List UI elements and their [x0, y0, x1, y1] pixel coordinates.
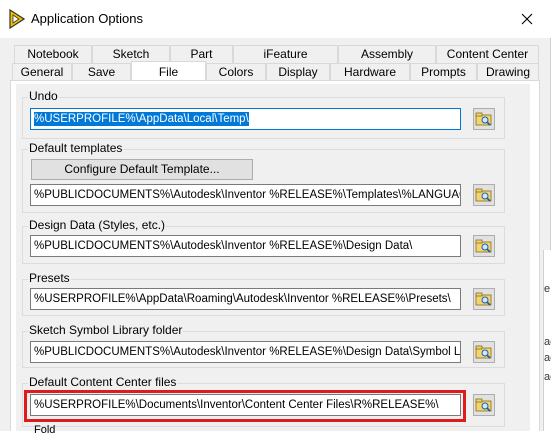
close-icon: [521, 13, 533, 25]
tab-row-back: Notebook Sketch Part iFeature Assembly C…: [14, 45, 539, 63]
folder-browse-icon: [475, 188, 492, 202]
tab-colors[interactable]: Colors: [206, 63, 266, 81]
group-label-default-templates: Default templates: [28, 141, 124, 155]
folder-browse-icon: [475, 239, 492, 253]
background-text-fragment: ac: [544, 352, 551, 364]
sketch-symbol-library-browse-button[interactable]: [473, 341, 495, 363]
undo-path-value: %USERPROFILE%\AppData\Local\Temp\: [34, 112, 249, 126]
group-label-presets: Presets: [28, 271, 71, 285]
close-button[interactable]: [510, 4, 544, 34]
highlight-annotation: [24, 390, 466, 422]
tab-notebook[interactable]: Notebook: [14, 45, 92, 63]
presets-path-input[interactable]: %USERPROFILE%\AppData\Roaming\Autodesk\I…: [30, 288, 461, 310]
tab-ifeature[interactable]: iFeature: [233, 45, 338, 63]
undo-browse-button[interactable]: [473, 108, 495, 130]
vertical-scrollbar[interactable]: [514, 84, 530, 431]
application-options-dialog: Application Options Notebook Sketch Part…: [0, 0, 551, 436]
folder-browse-icon: [475, 112, 492, 126]
tab-assembly[interactable]: Assembly: [338, 45, 436, 63]
folder-browse-icon: [475, 292, 492, 306]
tab-general[interactable]: General: [12, 63, 72, 81]
group-label-default-content-center-files: Default Content Center files: [28, 375, 178, 389]
group-label-sketch-symbol-library: Sketch Symbol Library folder: [28, 323, 184, 337]
group-label-design-data: Design Data (Styles, etc.): [28, 218, 167, 232]
default-templates-browse-button[interactable]: [473, 184, 495, 206]
folder-browse-icon: [475, 345, 492, 359]
tab-display[interactable]: Display: [266, 63, 330, 81]
tab-row-front: General Save File Colors Display Hardwar…: [12, 61, 539, 81]
inventor-icon: [9, 8, 26, 30]
tab-prompts[interactable]: Prompts: [410, 63, 477, 81]
background-text-fragment: ac: [544, 336, 551, 348]
partial-group-label: Fold: [34, 424, 56, 436]
tab-hardware[interactable]: Hardware: [330, 63, 410, 81]
design-data-browse-button[interactable]: [473, 235, 495, 257]
undo-path-input[interactable]: %USERPROFILE%\AppData\Local\Temp\: [30, 108, 461, 130]
tab-file[interactable]: File: [131, 61, 206, 81]
tab-content-center[interactable]: Content Center: [436, 45, 539, 63]
tab-save[interactable]: Save: [72, 63, 131, 81]
group-label-undo: Undo: [28, 89, 59, 103]
content-center-browse-button[interactable]: [473, 394, 495, 416]
title-bar: Application Options: [0, 0, 551, 38]
background-text-fragment: ac: [544, 371, 551, 383]
folder-browse-icon: [475, 398, 492, 412]
design-data-path-input[interactable]: %PUBLICDOCUMENTS%\Autodesk\Inventor %REL…: [30, 235, 461, 257]
sketch-symbol-library-path-input[interactable]: %PUBLICDOCUMENTS%\Autodesk\Inventor %REL…: [30, 341, 461, 363]
window-title: Application Options: [31, 11, 144, 26]
configure-default-template-button[interactable]: Configure Default Template...: [31, 159, 253, 180]
presets-browse-button[interactable]: [473, 288, 495, 310]
tab-drawing[interactable]: Drawing: [477, 63, 539, 81]
background-text-fragment: e: [544, 283, 551, 295]
default-templates-path-input[interactable]: %PUBLICDOCUMENTS%\Autodesk\Inventor %REL…: [30, 184, 461, 206]
